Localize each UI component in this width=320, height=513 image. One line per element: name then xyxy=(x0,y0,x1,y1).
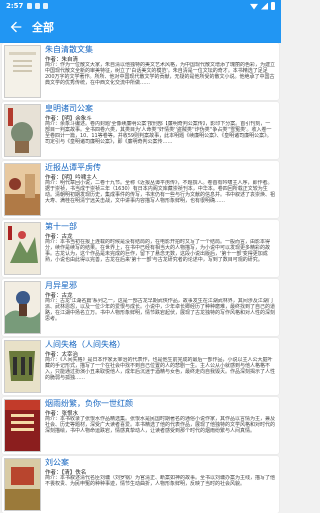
book-title: 朱自清散文集 xyxy=(45,45,93,54)
book-title: 烟雨纷繁，负你一世红颜 xyxy=(45,399,133,408)
book-intro: 简介：古龙'江湖名篇'系列之一，这是一部古龙早期武侠作品，故事发生在江湖武林界，… xyxy=(45,298,275,322)
status-bar: 2:57 xyxy=(0,0,281,13)
book-cover xyxy=(4,163,41,216)
book-intro: 简介：作为一位散文大家，朱自清以他独特的美文艺术风格，为中国现代散文增添了瑰丽的… xyxy=(45,62,275,86)
signal-icon xyxy=(261,2,268,10)
system-icons xyxy=(250,2,275,10)
book-intro: 简介：余象斗编述。卷内封题'全像续廉明公案'按刑部【廉明奇判公案传】，影印下分案… xyxy=(45,121,272,145)
back-arrow-icon[interactable] xyxy=(8,19,24,35)
book-cover xyxy=(4,340,41,393)
notification-icon xyxy=(27,3,32,9)
battery-icon xyxy=(271,2,275,10)
book-item[interactable]: 第十一部 作者：古龙 简介：本书当初在报上连载的时候是没有结局的，在电影开拍时又… xyxy=(2,220,279,277)
book-title: 皇明诸司公案 xyxy=(45,104,93,113)
book-intro: 简介：本书收录了张恨水作品精选集。张恨水是民国时期著名的通俗小说作家，其作品以言… xyxy=(45,416,275,434)
book-cover xyxy=(4,222,41,275)
book-cover xyxy=(4,45,41,98)
book-title: 近报丛谭平虏传 xyxy=(45,163,101,172)
wifi-icon xyxy=(250,3,258,10)
book-item[interactable]: 月异星邪 作者：古龙 简介：古龙'江湖名篇'系列之一，这是一部古龙早期武侠作品，… xyxy=(2,279,279,336)
status-time: 2:57 xyxy=(6,2,24,10)
book-title: 人间失格（人间失格） xyxy=(45,340,125,349)
notification-icon xyxy=(35,3,40,9)
book-intro: 简介：本书叙述清代名臣刘墉（刘罗锅）为官清正、断案如神的故事。全书以刘墉办案为主… xyxy=(45,475,275,487)
book-item[interactable]: 刘公案 作者：【清】佚名 简介：本书叙述清代名臣刘墉（刘罗锅）为官清正、断案如神… xyxy=(2,456,279,513)
app-toolbar: 全部 xyxy=(0,13,281,43)
book-title: 月异星邪 xyxy=(45,281,77,290)
book-intro: 简介：明代章回小说，二卷十九节。全称《近报丛谭平虏传》，不题撰人。卷首有吟啸主人… xyxy=(45,180,275,204)
book-title: 刘公案 xyxy=(45,458,69,467)
book-intro: 简介：《人间失格》是日本作家太宰治的代表作，也是他生前完成的最后一部作品，小说以… xyxy=(45,357,275,381)
book-title: 第十一部 xyxy=(45,222,77,231)
book-cover xyxy=(4,458,41,511)
book-item[interactable]: 烟雨纷繁，负你一世红颜 作者：张恨水 简介：本书收录了张恨水作品精选集。张恨水是… xyxy=(2,397,279,454)
book-item[interactable]: 朱自清散文集 作者：朱自清 简介：作为一位散文大家，朱自清以他独特的美文艺术风格… xyxy=(2,43,279,100)
page-title: 全部 xyxy=(32,21,54,34)
book-cover xyxy=(4,281,41,334)
notification-icon xyxy=(43,3,48,9)
book-intro: 简介：本书当初在报上连载的时候是没有结局的，在电影开拍时又写了一个结局。一般而言… xyxy=(45,239,271,263)
book-cover xyxy=(4,104,41,157)
notification-icons xyxy=(27,3,48,9)
book-cover xyxy=(4,399,41,452)
book-item[interactable]: 皇明诸司公案 作者：【明】余象斗 简介：余象斗编述。卷内封题'全像续廉明公案'按… xyxy=(2,102,279,159)
book-item[interactable]: 人间失格（人间失格） 作者：太宰治 简介：《人间失格》是日本作家太宰治的代表作，… xyxy=(2,338,279,395)
book-item[interactable]: 近报丛谭平虏传 作者：【明】吟啸主人 简介：明代章回小说，二卷十九节。全称《近报… xyxy=(2,161,279,218)
